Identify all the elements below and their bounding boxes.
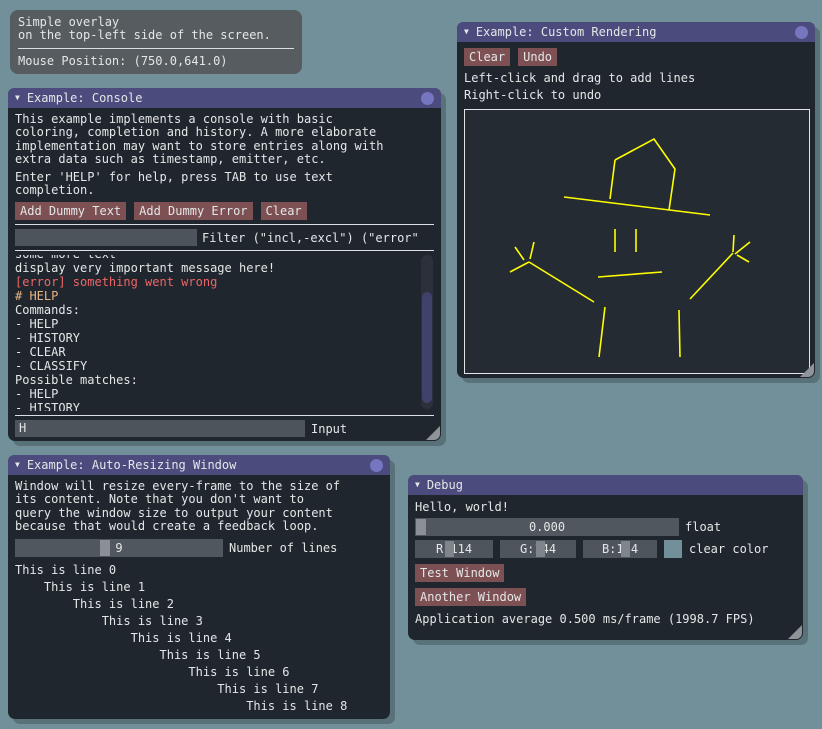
- simple-overlay: Simple overlay on the top-left side of t…: [10, 10, 302, 74]
- auto-resize-line: This is line 8: [15, 698, 383, 715]
- auto-resizing-titlebar[interactable]: ▼ Example: Auto-Resizing Window: [8, 455, 390, 475]
- console-title: Example: Console: [27, 91, 143, 105]
- fps-text: Application average 0.500 ms/frame (1998…: [415, 612, 796, 626]
- canvas-hint-2: Right-click to undo: [464, 87, 808, 104]
- slider-grab[interactable]: [445, 541, 454, 557]
- scrollbar[interactable]: [421, 255, 433, 409]
- auto-resize-line: This is line 0: [15, 562, 383, 579]
- console-log[interactable]: some more text display very important me…: [15, 255, 435, 411]
- auto-resize-line: This is line 3: [15, 613, 383, 630]
- command-input[interactable]: H: [15, 420, 305, 437]
- separator: [15, 224, 434, 225]
- hello-world-text: Hello, world!: [415, 500, 796, 514]
- slider-grab[interactable]: [536, 541, 545, 557]
- canvas-clear-button[interactable]: Clear: [464, 48, 510, 66]
- console-log-line: Possible matches:: [15, 373, 417, 387]
- console-log-line: - HELP: [15, 317, 417, 331]
- canvas-undo-button[interactable]: Undo: [518, 48, 557, 66]
- window-console: ▼ Example: Console This example implemen…: [8, 88, 441, 441]
- r-value: R:114: [436, 542, 472, 556]
- clear-button[interactable]: Clear: [261, 202, 307, 220]
- console-intro-text: This example implements a console with b…: [15, 113, 434, 167]
- console-log-line: - HELP: [15, 387, 417, 401]
- close-icon[interactable]: [795, 26, 808, 39]
- float-slider-value: 0.000: [529, 520, 565, 534]
- auto-resize-line: This is line 5: [15, 647, 383, 664]
- filter-input[interactable]: [15, 229, 197, 246]
- clear-color-label: clear color: [689, 542, 768, 556]
- console-titlebar[interactable]: ▼ Example: Console: [8, 88, 441, 108]
- canvas-hint-1: Left-click and drag to add lines: [464, 70, 808, 87]
- window-debug: ▼ Debug Hello, world! 0.000 float R:114 …: [408, 475, 803, 640]
- console-log-line: - HISTORY: [15, 331, 417, 345]
- test-window-button[interactable]: Test Window: [415, 564, 504, 582]
- console-log-line: - HISTORY: [15, 401, 417, 411]
- console-log-line: display very important message here!: [15, 261, 417, 275]
- custom-rendering-title: Example: Custom Rendering: [476, 25, 657, 39]
- console-log-line: - CLASSIFY: [15, 359, 417, 373]
- filter-label: Filter ("incl,-excl") ("error": [202, 231, 419, 245]
- input-label: Input: [311, 422, 347, 436]
- console-log-line: - CLEAR: [15, 345, 417, 359]
- clear-color-g-slider[interactable]: G:144: [500, 540, 576, 558]
- separator: [15, 415, 434, 416]
- slider-value: 9: [115, 541, 122, 555]
- clear-color-swatch[interactable]: [664, 540, 682, 558]
- number-of-lines-label: Number of lines: [229, 541, 337, 555]
- slider-grab[interactable]: [621, 541, 630, 557]
- drawing-canvas[interactable]: [464, 109, 810, 374]
- auto-resize-line: This is line 1: [15, 579, 383, 596]
- overlay-separator: [18, 48, 294, 49]
- float-label: float: [685, 520, 721, 534]
- debug-title: Debug: [427, 478, 463, 492]
- console-log-line: # HELP: [15, 289, 417, 303]
- b-value: B:154: [602, 542, 638, 556]
- clear-color-r-slider[interactable]: R:114: [415, 540, 493, 558]
- mouse-position-text: Mouse Position: (750.0,641.0): [18, 54, 294, 68]
- auto-resize-line: This is line 4: [15, 630, 383, 647]
- slider-grab[interactable]: [100, 540, 110, 556]
- close-icon[interactable]: [370, 459, 383, 472]
- auto-resizing-description: Window will resize every-frame to the si…: [15, 480, 383, 534]
- clear-color-b-slider[interactable]: B:154: [583, 540, 657, 558]
- overlay-text: Simple overlay on the top-left side of t…: [18, 16, 294, 43]
- console-log-line: Commands:: [15, 303, 417, 317]
- collapse-arrow-icon[interactable]: ▼: [415, 475, 420, 495]
- auto-resize-line: This is line 7: [15, 681, 383, 698]
- close-icon[interactable]: [421, 92, 434, 105]
- collapse-arrow-icon[interactable]: ▼: [15, 88, 20, 108]
- add-dummy-error-button[interactable]: Add Dummy Error: [134, 202, 252, 220]
- scrollbar-thumb[interactable]: [422, 292, 432, 403]
- float-slider[interactable]: 0.000: [415, 518, 679, 536]
- separator: [15, 250, 434, 251]
- auto-resize-line: This is line 6: [15, 664, 383, 681]
- console-hint-text: Enter 'HELP' for help, press TAB to use …: [15, 171, 434, 198]
- another-window-button[interactable]: Another Window: [415, 588, 526, 606]
- slider-grab[interactable]: [416, 519, 426, 535]
- custom-rendering-titlebar[interactable]: ▼ Example: Custom Rendering: [457, 22, 815, 42]
- auto-resizing-title: Example: Auto-Resizing Window: [27, 458, 237, 472]
- add-dummy-text-button[interactable]: Add Dummy Text: [15, 202, 126, 220]
- number-of-lines-slider[interactable]: 9: [15, 539, 223, 557]
- window-custom-rendering: ▼ Example: Custom Rendering Clear Undo L…: [457, 22, 815, 378]
- console-log-line: [error] something went wrong: [15, 275, 417, 289]
- auto-resize-line: This is line 2: [15, 596, 383, 613]
- window-auto-resizing: ▼ Example: Auto-Resizing Window Window w…: [8, 455, 390, 719]
- collapse-arrow-icon[interactable]: ▼: [15, 455, 20, 475]
- debug-titlebar[interactable]: ▼ Debug: [408, 475, 803, 495]
- collapse-arrow-icon[interactable]: ▼: [464, 22, 469, 42]
